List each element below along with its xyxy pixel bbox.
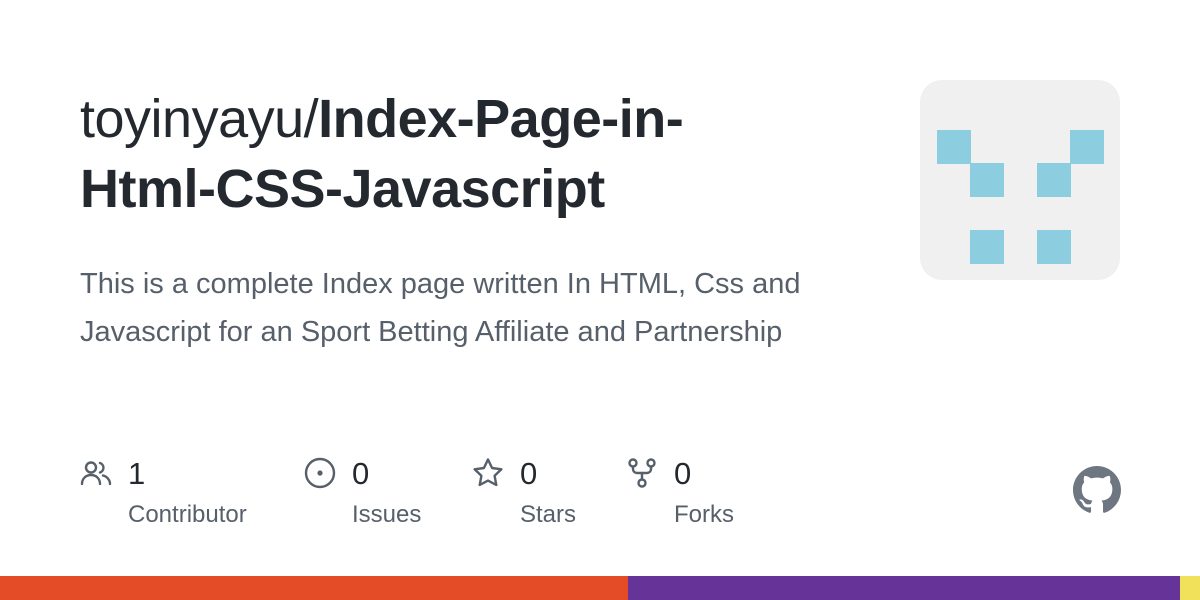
fork-icon — [628, 458, 656, 488]
social-preview-card: toyinyayu/Index-Page-in- Html-CSS-Javascr… — [0, 0, 1200, 600]
forks-count: 0 — [674, 456, 692, 491]
identicon-avatar — [920, 80, 1120, 280]
repo-owner[interactable]: toyinyayu/ — [80, 89, 319, 149]
repo-title[interactable]: toyinyayu/Index-Page-in- Html-CSS-Javascr… — [80, 84, 880, 224]
issues-icon — [304, 457, 336, 489]
issues-label: Issues — [352, 501, 422, 528]
identicon-pixel — [1037, 163, 1071, 197]
repo-name-part-1: Index-Page-in- — [318, 89, 684, 149]
identicon-pixel — [970, 163, 1004, 197]
identicon-pixel — [970, 230, 1004, 264]
star-icon — [473, 458, 503, 487]
identicon-pixel — [1037, 230, 1071, 264]
language-bar-segment — [627, 576, 1180, 600]
contributors-count: 1 — [128, 456, 146, 491]
identicon-pixel — [937, 130, 971, 164]
contributors-label: Contributor — [128, 501, 247, 528]
language-bar-segment — [1179, 576, 1200, 600]
issues-count: 0 — [352, 456, 370, 491]
contributors-icon — [80, 461, 112, 486]
github-mark-icon[interactable] — [1073, 466, 1121, 514]
stars-label: Stars — [520, 501, 577, 528]
stars-count: 0 — [520, 456, 538, 491]
language-bar — [0, 576, 1200, 600]
language-bar-segment — [0, 576, 628, 600]
identicon-pixel — [1070, 130, 1104, 164]
forks-label: Forks — [674, 501, 734, 528]
repo-description: This is a complete Index page written In… — [80, 268, 801, 348]
repo-name-part-2: Html-CSS-Javascript — [80, 159, 605, 219]
